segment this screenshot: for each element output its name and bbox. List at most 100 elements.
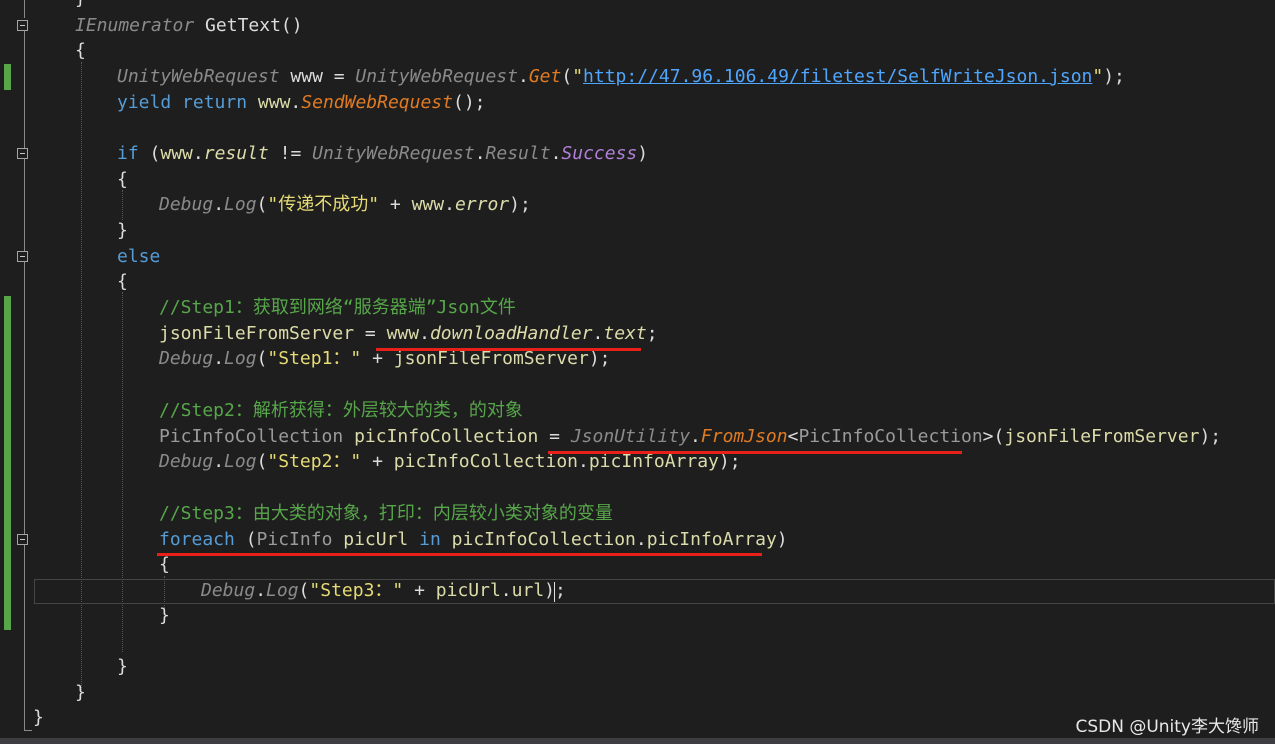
code-token: IEnumerator [75,15,195,36]
code-line-yield[interactable]: yield return www.SendWebRequest(); [117,90,486,116]
code-token: . [213,451,225,472]
fold-guide [24,0,25,18]
code-token: //Step3：由大类的对象，打印：内层较小类对象的变量 [159,503,613,524]
code-token: . [517,66,529,87]
code-line[interactable]: { [117,167,128,193]
code-line-if[interactable]: if (www.result != UnityWebRequest.Result… [117,141,648,167]
code-token: ( [256,194,268,215]
code-token: Debug [159,348,214,369]
code-token: jsonFileFromServer [393,348,589,369]
code-token: . [255,580,267,601]
code-token: jsonFileFromServer [1004,426,1200,447]
code-token: UnityWebRequest [312,143,475,164]
code-comment-step3[interactable]: //Step3：由大类的对象，打印：内层较小类对象的变量 [159,501,613,527]
code-token: ( [298,580,310,601]
code-token: ) [776,529,788,550]
code-token: downloadHandler [429,323,593,344]
code-token: ( [138,143,161,164]
code-token: jsonFileFromServer [159,323,355,344]
code-token: " [1092,66,1104,87]
code-token: < [787,426,799,447]
code-line-else[interactable]: else [117,244,160,270]
code-token: . [690,426,701,447]
code-token: (); [452,92,486,113]
code-token: result [203,143,269,164]
code-comment-step2[interactable]: //Step2：解析获得：外层较大的类，的对象 [159,398,523,424]
code-token: text [603,323,647,344]
fold-toggle-method[interactable] [17,20,28,31]
code-token: Success [561,143,638,164]
fold-toggle-foreach[interactable] [17,534,28,545]
code-token: . [444,194,455,215]
code-token: return [182,92,248,113]
code-token: } [75,0,86,9]
change-marker [4,64,11,90]
code-token: yield [117,92,172,113]
code-line[interactable]: } [117,654,128,680]
code-line-foreach[interactable]: foreach (PicInfo picUrl in picInfoCollec… [159,527,788,553]
code-token: ); [718,451,741,472]
code-token: Result [485,143,551,164]
code-token: { [117,271,128,292]
code-token: "Step2：" [267,451,362,472]
fold-toggle-else[interactable] [17,251,28,262]
code-line[interactable]: } [75,680,86,706]
change-marker [4,296,11,630]
code-token: Debug [201,580,256,601]
code-line[interactable]: } [33,705,44,731]
code-token: PicInfo [256,529,333,550]
code-token: //Step2：解析获得：外层较大的类，的对象 [159,400,523,421]
code-token: ); [1103,66,1125,87]
code-line-method-signature[interactable]: IEnumerator GetText() [75,13,303,39]
code-token: foreach [159,529,235,550]
code-token: != [268,143,313,164]
code-token: ); [588,348,611,369]
code-token: . [500,580,512,601]
code-token: . [550,143,562,164]
code-line[interactable]: { [117,269,128,295]
code-token: www [160,143,193,164]
code-line-log-step3[interactable]: Debug.Log("Step3：" + picUrl.url); [201,578,566,604]
fold-toggle-if[interactable] [17,148,28,159]
code-token: } [33,707,44,728]
horizontal-scrollbar[interactable] [0,738,1275,744]
code-token: url [511,580,545,601]
code-token: picInfoCollection [354,426,539,447]
code-token: . [578,451,589,472]
code-token: ) [637,143,649,164]
code-editor[interactable]: } IEnumerator GetText() { UnityWebReques… [0,0,1275,744]
code-line-log-error[interactable]: Debug.Log("传递不成功" + www.error); [159,192,531,218]
code-token: PicInfoCollection [798,426,983,447]
code-line-fromjson[interactable]: PicInfoCollection picInfoCollection = Js… [159,424,1221,450]
code-token: ( [256,451,268,472]
code-token: error [454,194,510,215]
code-token: . [213,348,225,369]
code-token: www = [279,66,356,87]
code-line-assign-json[interactable]: jsonFileFromServer = www.downloadHandler… [159,321,658,347]
code-token: . [474,143,486,164]
code-token: ); [544,580,566,601]
watermark: CSDN @Unity李大馋师 [1075,717,1259,737]
code-token: ); [1199,426,1222,447]
code-token: www [257,92,291,113]
code-line[interactable]: } [117,218,128,244]
annotation-underline [376,348,641,351]
code-token: " [572,66,584,87]
indent-guide [122,190,123,220]
code-token: "Step3：" [309,580,404,601]
code-comment-step1[interactable]: //Step1：获取到网络“服务器端”Json文件 [159,295,516,321]
code-token: Debug [159,451,214,472]
code-token: + [379,194,412,215]
code-line[interactable]: } [159,603,170,629]
code-token: + [403,580,436,601]
code-line[interactable]: { [75,38,86,64]
code-token: ( [561,66,573,87]
code-line-webrequest[interactable]: UnityWebRequest www = UnityWebRequest.Ge… [117,64,1125,90]
code-token: . [192,143,204,164]
code-token: "Step1：" [267,348,362,369]
code-line[interactable]: } [75,0,86,12]
